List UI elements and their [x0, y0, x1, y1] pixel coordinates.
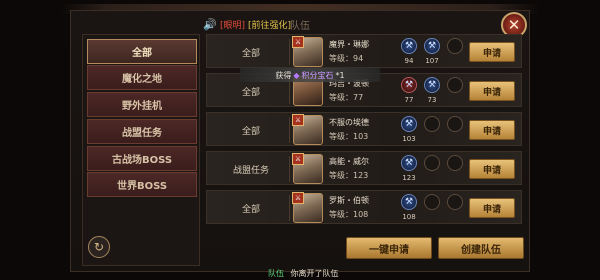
leader-name: 罗斯・伯顿	[329, 196, 369, 205]
empty-slot-icon	[424, 194, 440, 210]
sidebar-item-label: 古战场BOSS	[111, 155, 173, 166]
divider	[289, 156, 290, 182]
one-click-apply-button[interactable]: 一键申请	[346, 237, 432, 259]
leader-level: 等级：103	[329, 132, 369, 141]
empty-slot-icon	[447, 116, 463, 132]
sidebar-item-label: 世界BOSS	[116, 181, 168, 192]
member-slot-icon: ⚒	[401, 77, 417, 93]
gem-icon: ◆	[293, 70, 300, 80]
member-slot-icon: ⚒	[401, 155, 417, 171]
member-level: 107	[425, 57, 439, 65]
team-row: 战盟任务 ⚔ 高能・威尔 等级：123 ⚒ 123 申请	[206, 151, 522, 185]
leader-level: 等级：94	[329, 54, 364, 63]
leader-avatar: ⚔	[292, 114, 323, 145]
divider	[289, 117, 290, 143]
team-task: 全部	[241, 48, 260, 59]
empty-slot-icon	[447, 38, 463, 54]
member-slot-icon: ⚒	[424, 77, 440, 93]
leader-level: 等级：108	[329, 210, 369, 219]
team-row: 全部 ⚔ 罗斯・伯顿 等级：108 ⚒ 108 申请	[206, 190, 522, 224]
chat-channel: 队伍	[268, 269, 284, 278]
member-level: 108	[402, 213, 416, 221]
apply-button[interactable]: 申请	[469, 81, 515, 101]
sidebar-item-label: 野外挂机	[122, 101, 162, 112]
leader-name: 不服の埃德	[329, 118, 369, 127]
sidebar-item-label: 战盟任务	[122, 128, 162, 139]
notice-red-text: [眼明]	[220, 21, 246, 31]
class-badge-icon: ⚔	[292, 153, 304, 165]
close-x-icon: ✕	[507, 16, 521, 34]
team-task: 全部	[241, 126, 260, 137]
divider	[289, 195, 290, 221]
notice-link[interactable]: [前往强化]	[248, 18, 291, 31]
apply-button[interactable]: 申请	[469, 159, 515, 179]
refresh-icon: ↻	[93, 240, 105, 254]
leader-avatar: ⚔	[292, 36, 323, 67]
speaker-icon: 🔊	[203, 18, 217, 31]
sidebar-item-ancient-boss[interactable]: 古战场BOSS	[87, 146, 197, 171]
member-slot-icon: ⚒	[401, 116, 417, 132]
member-level: 73	[427, 96, 437, 104]
category-sidebar: 全部 魔化之地 野外挂机 战盟任务 古战场BOSS 世界BOSS	[82, 34, 200, 266]
toast-get-label: 获得	[275, 70, 292, 80]
empty-slot-icon	[447, 77, 463, 93]
empty-slot-icon	[424, 116, 440, 132]
empty-slot-icon	[447, 155, 463, 171]
sidebar-item-all[interactable]: 全部	[87, 39, 197, 64]
member-slot-icon: ⚒	[401, 38, 417, 54]
leader-name: 高能・威尔	[329, 157, 369, 166]
leader-avatar: ⚔	[292, 153, 323, 184]
team-task: 全部	[241, 204, 260, 215]
refresh-button[interactable]: ↻	[88, 236, 110, 258]
member-slot-icon: ⚒	[424, 38, 440, 54]
class-badge-icon: ⚔	[292, 114, 304, 126]
sidebar-item-label: 全部	[132, 48, 152, 59]
member-level: 123	[402, 174, 416, 182]
apply-button[interactable]: 申请	[469, 198, 515, 218]
leader-name: 魔界・琳娜	[329, 40, 369, 49]
empty-slot-icon	[424, 155, 440, 171]
class-badge-icon: ⚔	[292, 36, 304, 48]
sidebar-item-label: 魔化之地	[122, 74, 162, 85]
member-level: 103	[402, 135, 416, 143]
team-row: 全部 ⚔ 不服の埃德 等级：103 ⚒ 103 申请	[206, 112, 522, 146]
panel-title: 队伍	[290, 21, 310, 32]
member-slot-icon: ⚒	[401, 194, 417, 210]
chat-message: 你离开了队伍	[290, 269, 339, 278]
toast-count: *1	[335, 70, 345, 80]
team-task: 战盟任务	[232, 165, 269, 176]
empty-slot-icon	[447, 194, 463, 210]
create-team-button[interactable]: 创建队伍	[438, 237, 524, 259]
member-level: 94	[404, 57, 414, 65]
reward-toast: 获得 ◆ 积分宝石 *1	[240, 68, 380, 82]
sidebar-item-demon-land[interactable]: 魔化之地	[87, 65, 197, 90]
sidebar-item-guild-task[interactable]: 战盟任务	[87, 119, 197, 144]
apply-button[interactable]: 申请	[469, 120, 515, 140]
leader-level: 等级：77	[329, 93, 364, 102]
sidebar-item-field-idle[interactable]: 野外挂机	[87, 92, 197, 117]
divider	[289, 39, 290, 65]
apply-button[interactable]: 申请	[469, 42, 515, 62]
class-badge-icon: ⚔	[292, 192, 304, 204]
chat-line: 队伍 你离开了队伍	[268, 268, 339, 279]
team-row: 全部 ⚔ 魔界・琳娜 等级：94 ⚒ 94 ⚒ 107 申请	[206, 34, 522, 68]
leader-avatar: ⚔	[292, 192, 323, 223]
sidebar-item-world-boss[interactable]: 世界BOSS	[87, 172, 197, 197]
toast-item-name: 积分宝石	[301, 70, 334, 80]
member-level: 77	[404, 96, 414, 104]
leader-level: 等级：123	[329, 171, 369, 180]
team-list: 全部 ⚔ 魔界・琳娜 等级：94 ⚒ 94 ⚒ 107 申请 全部 玛吉・波顿 …	[206, 34, 522, 226]
